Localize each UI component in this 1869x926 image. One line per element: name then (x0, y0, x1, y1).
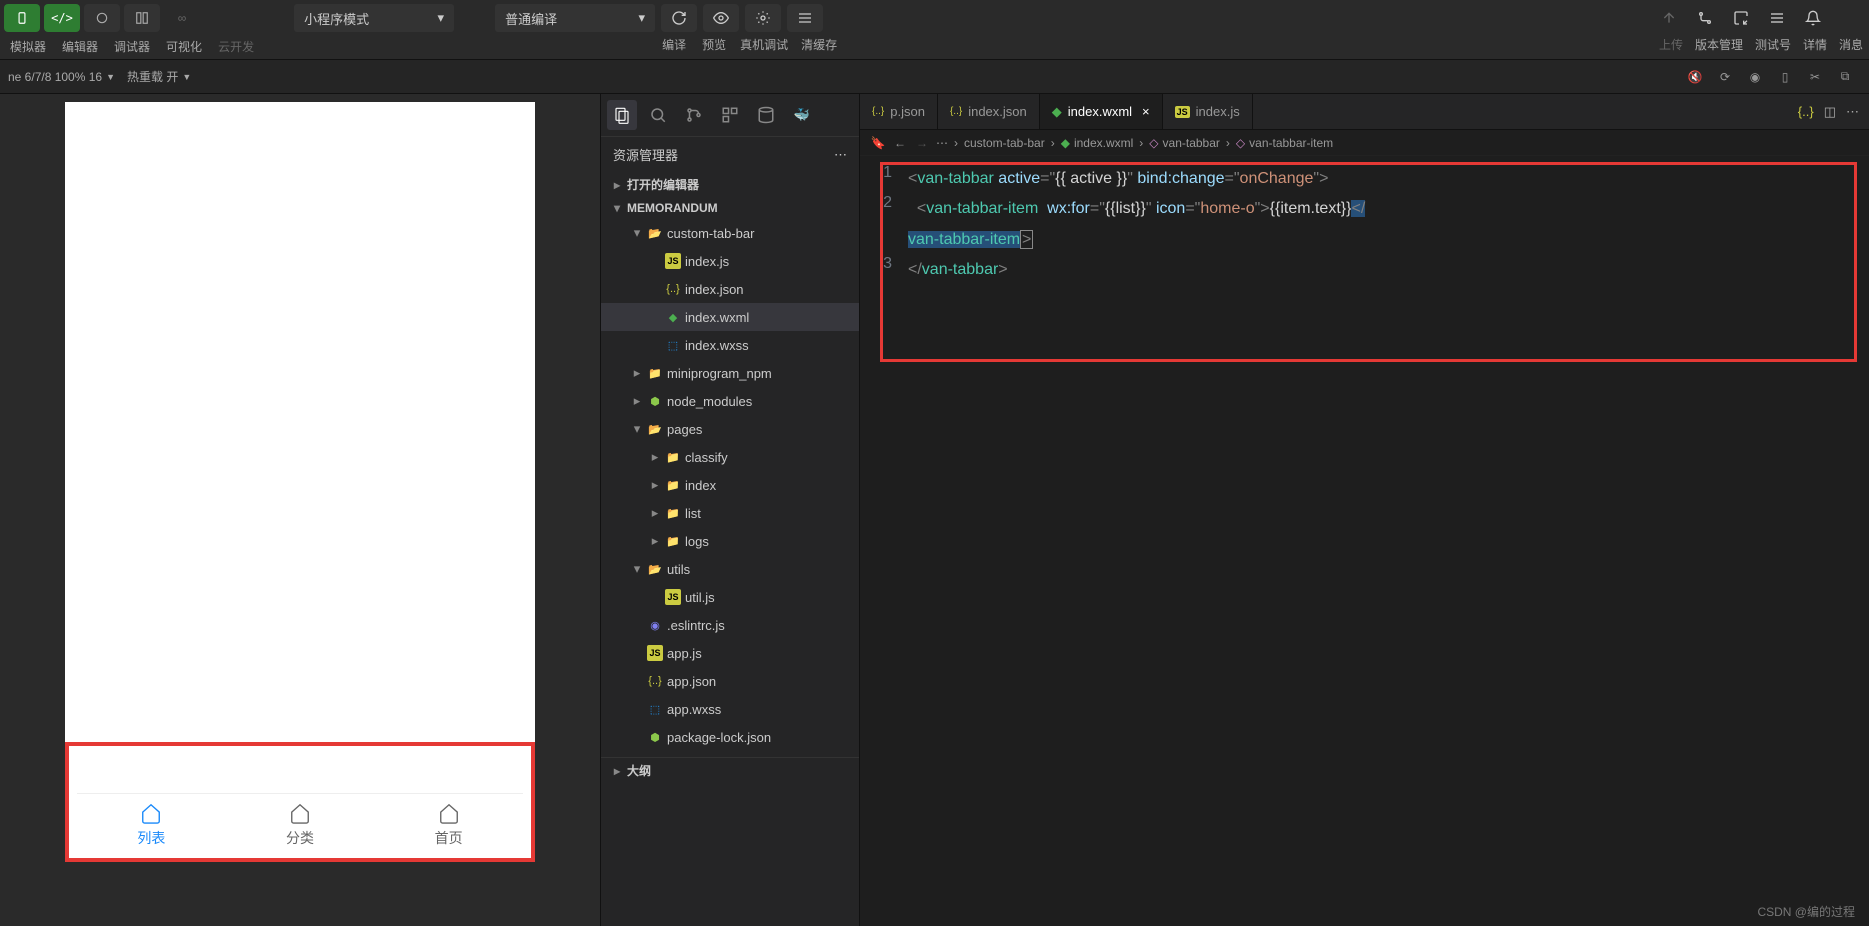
device-select[interactable]: ne 6/7/8 100% 16 ▼ (8, 70, 115, 84)
braces-icon[interactable]: {..} (1798, 104, 1814, 120)
message-button[interactable] (1797, 4, 1829, 32)
more-icon[interactable]: ⋯ (1846, 104, 1859, 120)
upload-button[interactable] (1653, 4, 1685, 32)
code-editor[interactable]: 1<van-tabbar active="{{ active }}" bind:… (860, 156, 1869, 926)
simulator-subbar: ne 6/7/8 100% 16 ▼ 热重载 开 ▼ 🔇 ⟳ ◉ ▯ ✂ ⧉ (0, 60, 1869, 94)
tree-item[interactable]: ⬢package-lock.json (601, 723, 859, 751)
test-button[interactable] (1725, 4, 1757, 32)
label-debugger: 调试器 (108, 36, 156, 57)
project-section[interactable]: ▾MEMORANDUM (601, 197, 859, 219)
tree-item[interactable]: ◉.eslintrc.js (601, 611, 859, 639)
database-icon[interactable] (751, 100, 781, 130)
tree-item[interactable]: ▸📁list (601, 499, 859, 527)
search-icon[interactable] (643, 100, 673, 130)
editor-pane: {..}p.json{..}index.json◆index.wxml×JSin… (860, 94, 1869, 926)
outline-section[interactable]: ▸大纲 (601, 757, 859, 783)
tree-item[interactable]: JSutil.js (601, 583, 859, 611)
label-simulator: 模拟器 (4, 36, 52, 57)
tree-item[interactable]: JSindex.js (601, 247, 859, 275)
tabbar-item-home[interactable]: 首页 (374, 802, 523, 848)
back-icon[interactable]: ← (892, 135, 908, 151)
watermark: CSDN @编的过程 (1757, 903, 1855, 920)
extensions-icon[interactable] (715, 100, 745, 130)
mode-select[interactable]: 小程序模式▾ (294, 4, 454, 32)
editor-tab[interactable]: {..}p.json (860, 94, 938, 129)
activity-bar: 🐳 (601, 94, 859, 137)
file-tree: ▾📂custom-tab-barJSindex.js{..}index.json… (601, 219, 859, 751)
debugger-toggle[interactable] (84, 4, 120, 32)
highlight-box: 列表 分类 首页 (65, 742, 535, 862)
tree-item[interactable]: JSapp.js (601, 639, 859, 667)
editor-tabs: {..}p.json{..}index.json◆index.wxml×JSin… (860, 94, 1869, 130)
label-preview: 预览 (694, 34, 734, 55)
more-icon[interactable]: ⋯ (834, 147, 847, 163)
label-editor: 编辑器 (56, 36, 104, 57)
simulator-toggle[interactable] (4, 4, 40, 32)
label-compile: 编译 (654, 34, 694, 55)
home-icon (140, 802, 162, 824)
cut-icon[interactable]: ✂ (1807, 69, 1823, 85)
split-icon[interactable]: ◫ (1824, 104, 1836, 120)
home-icon (289, 802, 311, 824)
refresh-icon[interactable]: ⟳ (1717, 69, 1733, 85)
compile-select[interactable]: 普通编译▾ (495, 4, 655, 32)
label-cache: 清缓存 (794, 34, 844, 55)
version-button[interactable] (1689, 4, 1721, 32)
simulator-pane: 列表 分类 首页 (0, 94, 600, 926)
label-cloud: 云开发 (212, 36, 260, 57)
breadcrumbs[interactable]: 🔖 ← → ⋯› custom-tab-bar› ◆index.wxml› ◇v… (860, 130, 1869, 156)
stop-icon[interactable]: ◉ (1747, 69, 1763, 85)
explorer-pane: 🐳 资源管理器 ⋯ ▸打开的编辑器 ▾MEMORANDUM ▾📂custom-t… (600, 94, 860, 926)
tree-item[interactable]: ▸⬢node_modules (601, 387, 859, 415)
bookmark-icon[interactable]: 🔖 (870, 135, 886, 151)
forward-icon[interactable]: → (914, 135, 930, 151)
compile-button[interactable] (661, 4, 697, 32)
close-icon[interactable]: × (1142, 104, 1150, 119)
tabbar-item-list[interactable]: 列表 (77, 802, 226, 848)
tabbar-item-classify[interactable]: 分类 (226, 802, 375, 848)
label-remote: 真机调试 (734, 34, 794, 55)
tree-item[interactable]: ⬚index.wxss (601, 331, 859, 359)
remote-debug-button[interactable] (745, 4, 781, 32)
home-icon (438, 802, 460, 824)
popout-icon[interactable]: ⧉ (1837, 69, 1853, 85)
explorer-icon[interactable] (607, 100, 637, 130)
app-tabbar: 列表 分类 首页 (77, 793, 523, 848)
tree-item[interactable]: ▸📁miniprogram_npm (601, 359, 859, 387)
tree-item[interactable]: ▾📂pages (601, 415, 859, 443)
clear-cache-button[interactable] (787, 4, 823, 32)
editor-toggle[interactable]: </> (44, 4, 80, 32)
label-visualize: 可视化 (160, 36, 208, 57)
git-icon[interactable] (679, 100, 709, 130)
cloud-dev-toggle[interactable]: ∞ (164, 4, 200, 32)
visualize-toggle[interactable] (124, 4, 160, 32)
phone-frame: 列表 分类 首页 (65, 102, 535, 862)
open-editors-section[interactable]: ▸打开的编辑器 (601, 172, 859, 197)
docker-icon[interactable]: 🐳 (787, 100, 817, 130)
tree-item[interactable]: ▸📁classify (601, 443, 859, 471)
editor-tab[interactable]: JSindex.js (1163, 94, 1253, 129)
details-button[interactable] (1761, 4, 1793, 32)
tree-item[interactable]: {..}index.json (601, 275, 859, 303)
tree-item[interactable]: ⬚app.wxss (601, 695, 859, 723)
phone-icon[interactable]: ▯ (1777, 69, 1793, 85)
tree-item[interactable]: ▸📁logs (601, 527, 859, 555)
tree-item[interactable]: ◆index.wxml (601, 303, 859, 331)
tree-item[interactable]: ▾📂custom-tab-bar (601, 219, 859, 247)
tree-item[interactable]: {..}app.json (601, 667, 859, 695)
mute-icon[interactable]: 🔇 (1687, 69, 1703, 85)
explorer-title: 资源管理器 (613, 145, 678, 164)
editor-tab[interactable]: {..}index.json (938, 94, 1040, 129)
tree-item[interactable]: ▾📂utils (601, 555, 859, 583)
main-toolbar: </> ∞ 模拟器 编辑器 调试器 可视化 云开发 小程序模式▾ 普通编译▾ 编… (0, 0, 1869, 60)
preview-button[interactable] (703, 4, 739, 32)
tree-item[interactable]: ▸📁index (601, 471, 859, 499)
editor-tab[interactable]: ◆index.wxml× (1040, 94, 1163, 129)
hotreload-select[interactable]: 热重载 开 ▼ (127, 68, 191, 85)
